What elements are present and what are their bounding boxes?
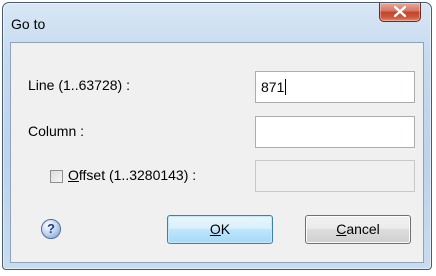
- column-input[interactable]: [255, 116, 415, 148]
- line-label: Line (1..63728) :: [28, 77, 130, 93]
- ok-mnemonic: O: [209, 221, 221, 237]
- offset-checkbox[interactable]: [50, 170, 63, 183]
- title-bar[interactable]: Go to: [3, 3, 431, 43]
- column-label: Column :: [28, 123, 85, 139]
- cancel-button[interactable]: Cancel: [305, 215, 411, 244]
- ok-label: K: [220, 221, 231, 237]
- cancel-label: ancel: [346, 221, 380, 237]
- help-icon[interactable]: ?: [41, 219, 61, 239]
- line-input-value: 871: [261, 79, 285, 95]
- line-input[interactable]: 871: [255, 71, 415, 103]
- close-button[interactable]: [379, 3, 421, 22]
- cancel-mnemonic: C: [336, 221, 347, 237]
- dialog-title: Go to: [11, 16, 46, 32]
- ok-button[interactable]: OK: [167, 215, 273, 244]
- offset-label-text: ffset (1..3280143) :: [78, 167, 197, 183]
- offset-label: Offset (1..3280143) :: [68, 167, 196, 183]
- offset-label-mnemonic: O: [68, 167, 79, 183]
- text-caret: [285, 79, 287, 95]
- offset-input[interactable]: [255, 160, 415, 192]
- close-icon: [394, 6, 406, 17]
- dialog-body: Line (1..63728) : 871 Column : Offset (1…: [10, 42, 424, 263]
- goto-dialog: Go to Line (1..63728) : 871 Column : Off…: [2, 2, 432, 270]
